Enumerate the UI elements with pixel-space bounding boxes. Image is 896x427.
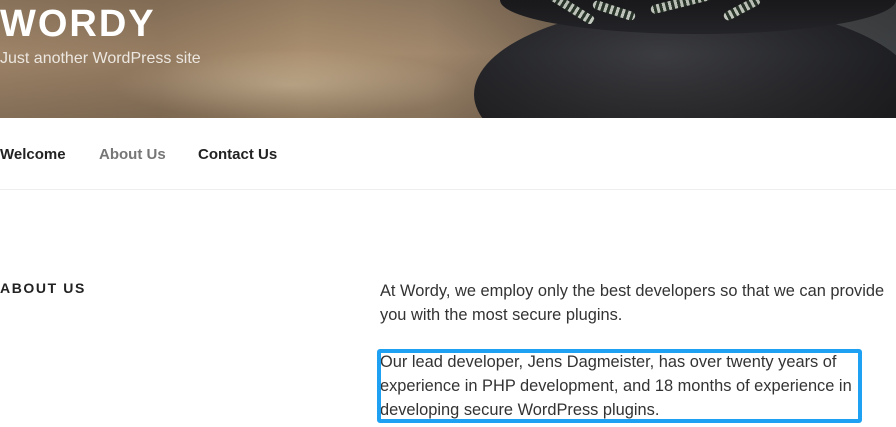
nav-item-welcome[interactable]: Welcome <box>0 146 66 164</box>
page-title: ABOUT US <box>0 280 86 296</box>
site-title-link[interactable]: WORDY <box>0 3 156 45</box>
content-paragraph: At Wordy, we employ only the best develo… <box>380 282 885 324</box>
nav-item-about-us[interactable]: About Us <box>99 146 166 164</box>
main-navigation: Welcome About Us Contact Us <box>0 118 896 190</box>
site-header: WORDY Just another WordPress site <box>0 0 896 118</box>
nav-item-contact-us[interactable]: Contact Us <box>198 146 277 164</box>
highlight-box <box>377 349 862 423</box>
site-tagline: Just another WordPress site <box>0 50 201 67</box>
